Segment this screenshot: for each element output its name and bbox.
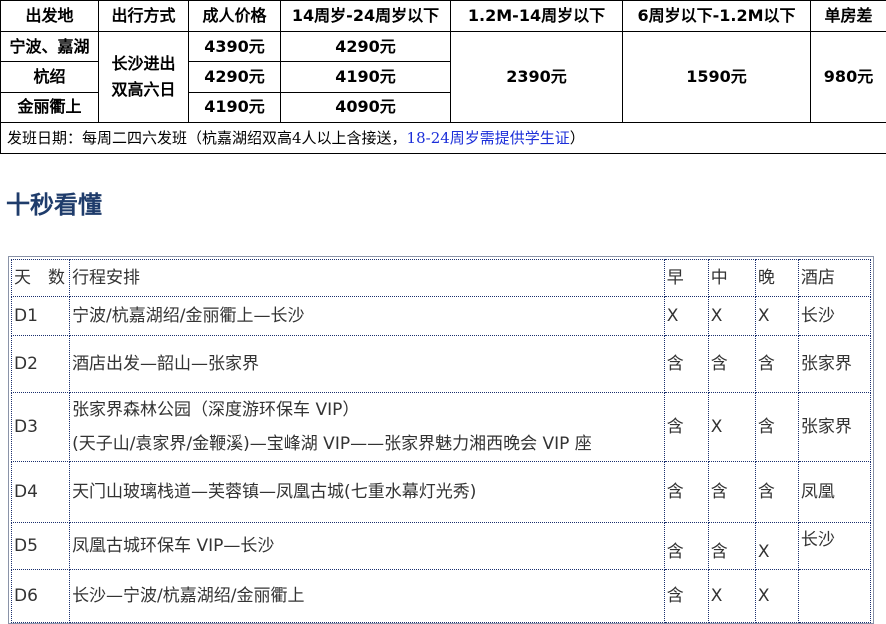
- breakfast-cell: 含: [663, 569, 709, 623]
- header-travel-mode: 出行方式: [98, 0, 189, 33]
- dinner-cell: 含: [754, 461, 799, 523]
- day-label: D3: [10, 392, 71, 462]
- lunch-cell: 含: [707, 522, 756, 570]
- day-schedule: 张家界森林公园（深度游环保车 VIP） (天子山/袁家界/金鞭溪)—宝峰湖 VI…: [69, 392, 665, 462]
- day-schedule: 宁波/杭嘉湖绍/金丽衢上—长沙: [69, 296, 665, 336]
- youth-price-cell: 4290元: [280, 31, 451, 63]
- day-label: D2: [10, 335, 71, 393]
- header-day: 天 数: [10, 259, 71, 297]
- hotel-cell: [797, 569, 872, 623]
- single-supplement-cell: 980元: [810, 31, 886, 123]
- hotel-cell: 张家界: [797, 335, 872, 393]
- dinner-cell: 含: [754, 335, 799, 393]
- dinner-cell: X: [754, 522, 799, 570]
- price-row: 宁波、嘉湖 长沙进出 双高六日 4390元 4290元 2390元 1590元 …: [0, 31, 886, 123]
- itinerary-day-row: D2 酒店出发—韶山—张家界 含 含 含 张家界: [10, 335, 872, 393]
- travel-mode-line2: 双高六日: [111, 79, 176, 99]
- note-highlight: 18-24周岁需提供学生证: [406, 128, 570, 147]
- breakfast-cell: 含: [663, 522, 709, 570]
- day-schedule: 凤凰古城环保车 VIP—长沙: [69, 522, 665, 570]
- header-infant-price: 6周岁以下-1.2M以下: [622, 0, 811, 33]
- hotel-cell: 凤凰: [797, 461, 872, 523]
- lunch-cell: 含: [707, 461, 756, 523]
- dinner-cell: 含: [754, 392, 799, 462]
- hotel-cell: 长沙: [797, 296, 872, 336]
- price-table: 出发地 出行方式 成人价格 14周岁-24周岁以下 1.2M-14周岁以下 6周…: [0, 0, 886, 155]
- lunch-cell: 含: [707, 335, 756, 393]
- youth-price-cell: 4090元: [280, 91, 451, 123]
- departure-note: 发班日期：每周二四六发班（杭嘉湖绍双高4人以上含接送，18-24周岁需提供学生证…: [0, 121, 886, 155]
- note-prefix: 发班日期：每周二四六发班（杭嘉湖绍双高4人以上含接送，: [7, 128, 407, 147]
- header-schedule: 行程安排: [69, 259, 665, 297]
- breakfast-cell: 含: [663, 335, 709, 393]
- header-child-price: 1.2M-14周岁以下: [450, 0, 623, 33]
- itinerary-header-row: 天 数 行程安排 早 中 晚 酒店: [10, 259, 872, 297]
- adult-price-cell: 4390元: [188, 31, 281, 63]
- note-suffix: ）: [569, 128, 585, 147]
- itinerary-day-row: D3 张家界森林公园（深度游环保车 VIP） (天子山/袁家界/金鞭溪)—宝峰湖…: [10, 392, 872, 462]
- departure-cell: 杭绍: [0, 61, 99, 93]
- lunch-cell: X: [707, 392, 756, 462]
- travel-mode-line1: 长沙进出: [111, 53, 176, 73]
- lunch-cell: X: [707, 296, 756, 336]
- header-dinner: 晚: [754, 259, 799, 297]
- travel-mode-cell: 长沙进出 双高六日: [98, 31, 189, 123]
- schedule-line1: 张家界森林公园（深度游环保车 VIP）: [72, 400, 360, 420]
- section-title: 十秒看懂: [6, 191, 102, 219]
- adult-price-cell: 4190元: [188, 91, 281, 123]
- lunch-cell: X: [707, 569, 756, 623]
- departure-cell: 金丽衢上: [0, 91, 99, 123]
- day-label: D5: [10, 522, 71, 570]
- itinerary-day-row: D1 宁波/杭嘉湖绍/金丽衢上—长沙 X X X 长沙: [10, 296, 872, 336]
- day-label: D4: [10, 461, 71, 523]
- note-row: 发班日期：每周二四六发班（杭嘉湖绍双高4人以上含接送，18-24周岁需提供学生证…: [0, 121, 886, 155]
- hotel-cell: 张家界: [797, 392, 872, 462]
- youth-price-cell: 4190元: [280, 61, 451, 93]
- price-header-row: 出发地 出行方式 成人价格 14周岁-24周岁以下 1.2M-14周岁以下 6周…: [0, 0, 886, 33]
- day-label: D1: [10, 296, 71, 336]
- itinerary-table: 天 数 行程安排 早 中 晚 酒店 D1 宁波/杭嘉湖绍/金丽衢上—长沙 X X…: [10, 259, 872, 623]
- breakfast-cell: 含: [663, 392, 709, 462]
- departure-cell: 宁波、嘉湖: [0, 31, 99, 63]
- dinner-cell: X: [754, 296, 799, 336]
- itinerary-day-row: D4 天门山玻璃栈道—芙蓉镇—凤凰古城(七重水幕灯光秀) 含 含 含 凤凰: [10, 461, 872, 523]
- day-schedule: 天门山玻璃栈道—芙蓉镇—凤凰古城(七重水幕灯光秀): [69, 461, 665, 523]
- day-schedule: 酒店出发—韶山—张家界: [69, 335, 665, 393]
- header-hotel: 酒店: [797, 259, 872, 297]
- itinerary-day-row: D6 长沙—宁波/杭嘉湖绍/金丽衢上 含 X X: [10, 569, 872, 623]
- itinerary-day-row: D5 凤凰古城环保车 VIP—长沙 含 含 X 长沙: [10, 522, 872, 570]
- header-breakfast: 早: [663, 259, 709, 297]
- child-price-cell: 2390元: [450, 31, 623, 123]
- dinner-cell: X: [754, 569, 799, 623]
- breakfast-cell: X: [663, 296, 709, 336]
- day-label: D6: [10, 569, 71, 623]
- header-departure: 出发地: [0, 0, 99, 33]
- header-lunch: 中: [707, 259, 756, 297]
- header-youth-price: 14周岁-24周岁以下: [280, 0, 451, 33]
- hotel-cell: 长沙: [797, 522, 872, 570]
- adult-price-cell: 4290元: [188, 61, 281, 93]
- infant-price-cell: 1590元: [622, 31, 811, 123]
- day-schedule: 长沙—宁波/杭嘉湖绍/金丽衢上: [69, 569, 665, 623]
- breakfast-cell: 含: [663, 461, 709, 523]
- itinerary-frame: 天 数 行程安排 早 中 晚 酒店 D1 宁波/杭嘉湖绍/金丽衢上—长沙 X X…: [8, 256, 874, 624]
- header-adult-price: 成人价格: [188, 0, 281, 33]
- schedule-line2: (天子山/袁家界/金鞭溪)—宝峰湖 VIP——张家界魅力湘西晚会 VIP 座: [72, 434, 592, 454]
- header-single-supplement: 单房差: [810, 0, 886, 33]
